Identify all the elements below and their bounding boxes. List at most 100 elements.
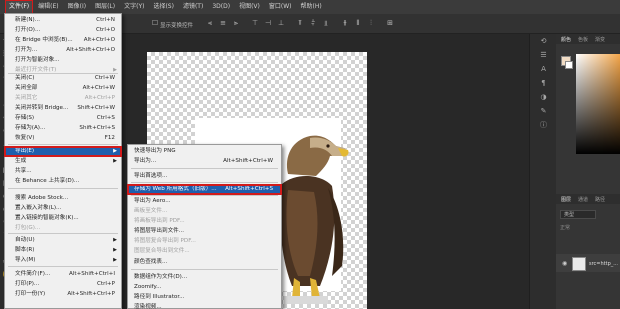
file-menu-item-14[interactable]: 生成 ▶ [5, 157, 121, 166]
file-menu-item-9[interactable]: 关闭并转到 Bridge... Shift+Ctrl+W [5, 104, 121, 113]
export-menu-item-12[interactable]: Zoomify... [128, 283, 281, 292]
export-menu-item-6[interactable]: 将画板导出到 PDF... [128, 217, 281, 226]
menu-item-4[interactable]: 文字(Y) [121, 1, 147, 13]
menu-item-0[interactable]: 文件(F) [4, 0, 34, 14]
properties-icon[interactable]: ☰ [530, 48, 557, 62]
file-menu-item-16[interactable]: 在 Behance 上共享(D)... [5, 177, 121, 186]
file-menu-item-26[interactable]: 打印一份(Y) Alt+Shift+Ctrl+P [5, 290, 121, 299]
tab-color[interactable]: 颜色 [561, 36, 571, 43]
blend-mode-select[interactable]: 正常 [560, 224, 570, 231]
paragraph-icon[interactable]: ¶ [530, 76, 557, 90]
menu-item-label: 导出为 Aero... [134, 198, 171, 204]
distribute-bottom-icon[interactable]: ⫫ [321, 19, 331, 28]
file-menu-item-2[interactable]: 在 Bridge 中浏览(B)... Alt+Ctrl+O [5, 36, 121, 45]
file-menu-item-6[interactable]: 关闭(C) Ctrl+W [5, 74, 121, 83]
file-menu-item-19[interactable]: 置入链接的智能对象(K)... [5, 214, 121, 223]
export-menu-item-8[interactable]: 将图层复合导出到 PDF... [128, 237, 281, 246]
menu-item-1[interactable]: 编辑(E) [35, 1, 61, 13]
menu-item-5[interactable]: 选择(S) [150, 1, 177, 13]
adjustments-icon[interactable]: ◑ [530, 90, 557, 104]
menu-item-7[interactable]: 3D(D) [209, 1, 233, 13]
export-menu-item-9[interactable]: 图层复合导出到文件... [128, 247, 281, 256]
file-menu-item-3[interactable]: 打开为... Alt+Shift+Ctrl+O [5, 46, 121, 55]
distribute-right-icon[interactable]: ⫶ [366, 19, 376, 28]
file-menu-item-22[interactable]: 脚本(R) ▶ [5, 246, 121, 255]
export-menu-item-11[interactable]: 数据组作为文件(D)... [128, 273, 281, 282]
file-menu-item-24[interactable]: 文件简介(F)... Alt+Shift+Ctrl+I [5, 270, 121, 279]
export-menu-item-7[interactable]: 将图层导出到文件... [128, 227, 281, 236]
file-menu-item-23[interactable]: 导入(M) ▶ [5, 256, 121, 265]
tab-swatches[interactable]: 色板 [578, 36, 588, 43]
menu-item-3[interactable]: 图层(L) [92, 1, 118, 13]
menu-item-label: 导出(E) [15, 148, 35, 154]
distribute-middle-icon[interactable]: ⫩ [308, 19, 318, 28]
menu-separator [8, 233, 118, 234]
menu-item-shortcut: Ctrl+O [95, 27, 115, 33]
file-menu-item-18[interactable]: 置入嵌入对象(L)... [5, 204, 121, 213]
background-color-swatch[interactable] [565, 61, 573, 69]
menu-item-label: 打开为智能对象... [15, 57, 60, 63]
export-menu-item-3[interactable]: 存储为 Web 所用格式（旧版）... Alt+Shift+Ctrl+S [127, 184, 282, 195]
menu-item-label: 生成 [15, 158, 27, 164]
distribute-left-icon[interactable]: ⫵ [340, 19, 350, 28]
file-menu-item-17[interactable]: 搜索 Adobe Stock... [5, 194, 121, 203]
file-menu-item-15[interactable]: 共享... [5, 167, 121, 176]
tab-paths[interactable]: 路径 [595, 196, 605, 203]
export-menu-item-0[interactable]: 快速导出为 PNG [128, 147, 281, 156]
export-menu-item-1[interactable]: 导出为... Alt+Shift+Ctrl+W [128, 157, 281, 166]
visibility-eye-icon[interactable]: ◉ [562, 260, 567, 267]
file-menu-item-8[interactable]: 关闭其它 Alt+Ctrl+P [5, 94, 121, 103]
menu-item-8[interactable]: 视图(V) [236, 1, 263, 13]
menu-item-2[interactable]: 图像(I) [65, 1, 89, 13]
menu-item-shortcut: Ctrl+S [96, 115, 115, 121]
menu-item-shortcut: Ctrl+N [96, 17, 115, 23]
file-menu-item-4[interactable]: 打开为智能对象... [5, 56, 121, 65]
tab-layers[interactable]: 图层 [561, 196, 571, 203]
file-menu-item-20[interactable]: 打包(G)... [5, 224, 121, 233]
file-menu-item-10[interactable]: 存储(S) Ctrl+S [5, 114, 121, 123]
export-menu-item-5[interactable]: 画板至文件... [128, 207, 281, 216]
distribute-center-icon[interactable]: ⫴ [353, 19, 363, 28]
align-left-icon[interactable]: ⫷ [205, 19, 215, 28]
align-center-icon[interactable]: ≡ [218, 19, 228, 28]
menu-item-label: 最近打开文件(T) [15, 67, 57, 73]
show-transform-controls-label: 显示变换控件 [160, 23, 194, 29]
distribute-top-icon[interactable]: ⫪ [295, 19, 305, 28]
export-menu-item-10[interactable]: 颜色查找表... [128, 258, 281, 267]
color-picker-field[interactable] [576, 54, 620, 154]
menu-bar: 文件(F) 编辑(E) 图像(I) 图层(L) 文字(Y) 选择(S) 滤镜(T) 3D(D)… [0, 0, 620, 14]
menu-item-9[interactable]: 窗口(W) [266, 1, 295, 13]
menu-item-shortcut: Shift+Ctrl+S [79, 125, 115, 131]
menu-item-label: 导出为... [134, 158, 157, 164]
info-icon[interactable]: ⓘ [530, 118, 557, 132]
file-menu-item-12[interactable]: 恢复(V) F12 [5, 134, 121, 143]
export-menu-item-4[interactable]: 导出为 Aero... [128, 197, 281, 206]
export-menu-item-2[interactable]: 导出首选项... [128, 172, 281, 181]
align-right-icon[interactable]: ⫸ [231, 19, 241, 28]
file-menu-item-0[interactable]: 新建(N)... Ctrl+N [5, 16, 121, 25]
character-icon[interactable]: A [530, 62, 557, 76]
align-bottom-icon[interactable]: ⊥ [276, 19, 286, 28]
auto-align-icon[interactable]: ⊞ [385, 19, 395, 28]
align-middle-icon[interactable]: ⊣ [263, 19, 273, 28]
menu-item-10[interactable]: 帮助(H) [298, 1, 325, 13]
layer-filter-select[interactable]: 类型 [560, 210, 596, 219]
file-menu-item-11[interactable]: 存储为(A)... Shift+Ctrl+S [5, 124, 121, 133]
tab-channels[interactable]: 通道 [578, 196, 588, 203]
layer-name[interactable]: src=http_... [589, 261, 618, 267]
menu-item-shortcut: Alt+Shift+Ctrl+I [69, 271, 115, 277]
file-menu-item-21[interactable]: 自动(U) ▶ [5, 236, 121, 245]
export-menu-item-14[interactable]: 渲染视频... [128, 303, 281, 309]
file-menu-item-25[interactable]: 打印(P)... Ctrl+P [5, 280, 121, 289]
checkbox-icon[interactable]: ☐ [150, 19, 160, 28]
file-menu-item-7[interactable]: 关闭全部 Alt+Ctrl+W [5, 84, 121, 93]
layer-thumbnail [572, 257, 586, 271]
export-menu-item-13[interactable]: 路径到 Illustrator... [128, 293, 281, 302]
file-menu-item-1[interactable]: 打开(O)... Ctrl+O [5, 26, 121, 35]
menu-item-6[interactable]: 滤镜(T) [180, 1, 206, 13]
align-top-icon[interactable]: ⊤ [250, 19, 260, 28]
history-icon[interactable]: ⟲ [530, 34, 557, 48]
brush-settings-icon[interactable]: ✎ [530, 104, 557, 118]
tab-gradients[interactable]: 渐变 [595, 36, 605, 43]
file-menu-item-13[interactable]: 导出(E) ▶ [4, 146, 122, 157]
